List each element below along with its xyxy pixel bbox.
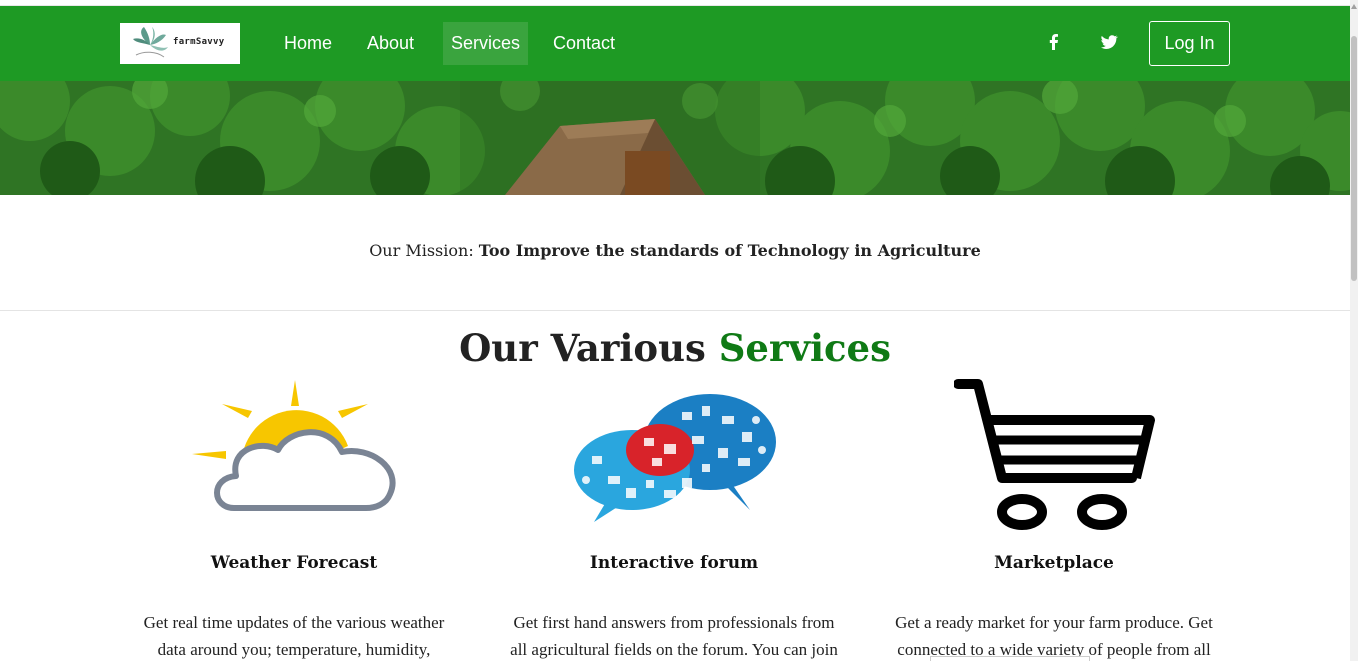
- service-desc-weather-line2: data around you; temperature, humidity,: [157, 640, 431, 659]
- scrollbar-thumb[interactable]: [1351, 36, 1357, 281]
- hero-banner-image: [0, 81, 1350, 195]
- bottom-popup-edge: [930, 656, 1090, 661]
- service-desc-marketplace: Get a ready market for your farm produce…: [874, 609, 1234, 661]
- services-heading-part1: Our Various: [459, 326, 719, 370]
- nav-about[interactable]: About: [367, 22, 414, 65]
- section-divider: [0, 310, 1350, 311]
- nav-contact[interactable]: Contact: [553, 22, 615, 65]
- service-desc-forum-line1: Get first hand answers from professional…: [513, 613, 835, 632]
- mission-prefix: Our Mission:: [369, 241, 479, 260]
- service-desc-forum: Get first hand answers from professional…: [494, 609, 854, 661]
- nav-services[interactable]: Services: [443, 22, 529, 65]
- service-desc-weather: Get real time updates of the various wea…: [114, 609, 474, 661]
- leaf-logo-icon: [133, 27, 168, 58]
- logo-text: farmSavvy: [173, 37, 225, 47]
- services-heading-accent: Services: [718, 326, 891, 370]
- cart-icon: [953, 378, 1158, 537]
- twitter-icon[interactable]: [1099, 32, 1119, 52]
- login-button[interactable]: Log In: [1149, 21, 1230, 66]
- service-desc-marketplace-line1: Get a ready market for your farm produce…: [895, 613, 1213, 632]
- service-title-marketplace: Marketplace: [994, 553, 1114, 573]
- service-title-forum: Interactive forum: [589, 553, 759, 573]
- nav-home[interactable]: Home: [284, 22, 332, 65]
- service-title-weather: Weather Forecast: [210, 553, 378, 573]
- services-heading: Our Various Services: [0, 326, 1350, 370]
- navbar: farmSavvy Home About Services Contact Lo…: [0, 6, 1350, 81]
- mission-text: Too Improve the standards of Technology …: [478, 241, 981, 260]
- logo[interactable]: farmSavvy: [120, 23, 240, 64]
- mission-statement: Our Mission: Too Improve the standards o…: [0, 241, 1350, 260]
- forum-icon: [572, 392, 778, 529]
- service-desc-forum-line2: all agricultural fields on the forum. Yo…: [510, 640, 838, 659]
- weather-icon: [190, 378, 402, 519]
- page-scrollbar[interactable]: [1350, 0, 1358, 661]
- service-desc-weather-line1: Get real time updates of the various wea…: [143, 613, 445, 632]
- scroll-up-arrow-icon[interactable]: [1351, 2, 1357, 12]
- facebook-icon[interactable]: [1044, 32, 1064, 52]
